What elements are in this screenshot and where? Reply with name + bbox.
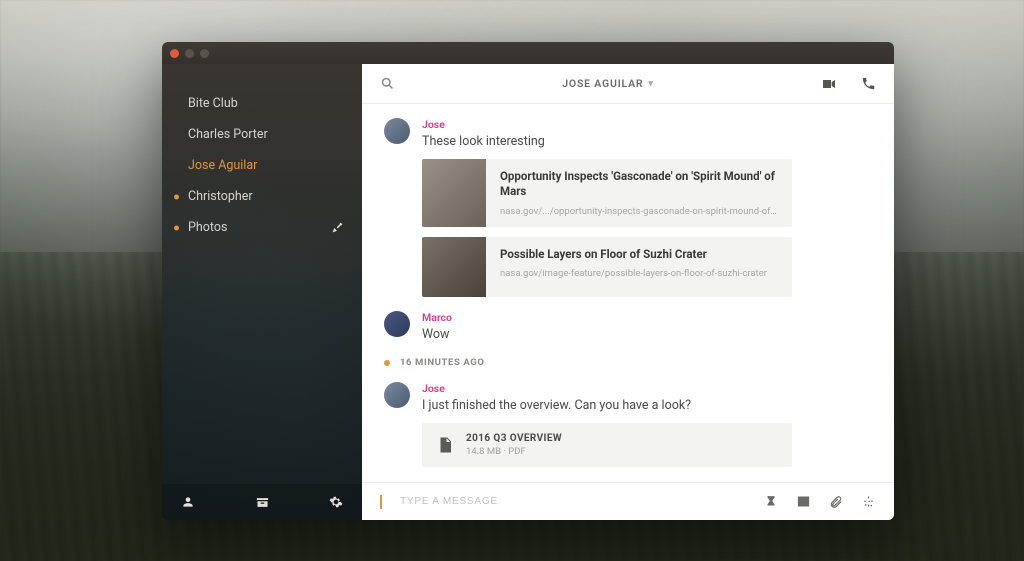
message-sender: Jose [422,118,872,131]
contacts-icon[interactable] [180,494,196,510]
divider-label: 16 MINUTES AGO [400,357,485,368]
image-icon[interactable] [796,494,811,509]
timed-message-icon[interactable] [764,495,778,509]
app-window: Bite Club Charles Porter Jose Aguilar Ch… [162,42,894,520]
link-url: nasa.gov/image-feature/possible-layers-o… [500,268,778,279]
message-text: Wow [422,326,872,344]
unread-dot-icon [174,194,179,199]
file-attachment[interactable]: 2016 Q3 OVERVIEW 14.8 MB · PDF [422,423,792,467]
message: Jose These look interesting Opportunity … [384,118,872,297]
archive-icon[interactable] [254,494,270,510]
message: Jose I just finished the overview. Can y… [384,382,872,467]
link-thumbnail [422,237,486,297]
message-sender: Jose [422,382,872,395]
message-text: I just finished the overview. Can you ha… [422,397,872,415]
composer-cursor-icon [380,495,382,509]
ping-icon[interactable] [861,494,876,509]
link-preview[interactable]: Possible Layers on Floor of Suzhi Crater… [422,237,792,297]
message-input[interactable] [400,496,746,507]
settings-icon[interactable] [328,494,344,510]
message: Marco Wow [384,311,872,344]
conversation-list: Bite Club Charles Porter Jose Aguilar Ch… [162,64,362,484]
link-title: Possible Layers on Floor of Suzhi Crater [500,247,778,263]
window-minimize-button[interactable] [185,49,194,58]
conversation-item[interactable]: Charles Porter [162,119,362,150]
attachment-icon[interactable] [829,495,843,509]
chevron-down-icon: ▾ [648,79,653,89]
file-info: 14.8 MB · PDF [466,446,562,457]
link-preview[interactable]: Opportunity Inspects 'Gasconade' on 'Spi… [422,159,792,227]
window-maximize-button[interactable] [200,49,209,58]
conversation-item[interactable]: Bite Club [162,88,362,119]
link-title: Opportunity Inspects 'Gasconade' on 'Spi… [500,169,778,200]
ping-icon [331,221,344,234]
conversation-item[interactable]: Christopher [162,181,362,212]
message-list[interactable]: Jose These look interesting Opportunity … [362,104,894,482]
divider-dot-icon [384,360,390,366]
conversation-item-active[interactable]: Jose Aguilar [162,150,362,181]
time-divider: 16 MINUTES AGO [384,357,872,368]
message-composer [362,482,894,520]
conversation-label: Photos [188,220,227,235]
avatar[interactable] [384,311,410,337]
conversation-label: Christopher [188,189,253,204]
sidebar-bottom-bar [162,484,362,520]
message-text: These look interesting [422,133,872,151]
conversation-header: JOSE AGUILAR ▾ [362,64,894,104]
conversation-title-label: JOSE AGUILAR [562,77,643,90]
message-sender: Marco [422,311,872,324]
link-thumbnail [422,159,486,227]
file-name: 2016 Q3 OVERVIEW [466,433,562,444]
conversation-label: Charles Porter [188,127,268,142]
audio-call-icon[interactable] [861,76,876,91]
conversation-title[interactable]: JOSE AGUILAR ▾ [407,77,809,90]
video-call-icon[interactable] [821,76,837,92]
avatar[interactable] [384,118,410,144]
conversation-label: Bite Club [188,96,238,111]
avatar[interactable] [384,382,410,408]
conversation-label: Jose Aguilar [188,158,257,173]
link-url: nasa.gov/.../opportunity-inspects-gascon… [500,206,778,217]
window-close-button[interactable] [170,49,179,58]
search-icon[interactable] [380,76,395,91]
titlebar [162,42,894,64]
conversation-item[interactable]: Photos [162,212,362,243]
main-panel: JOSE AGUILAR ▾ Jose These look interesti… [362,64,894,520]
file-icon [436,435,454,455]
sidebar: Bite Club Charles Porter Jose Aguilar Ch… [162,64,362,520]
unread-dot-icon [174,225,179,230]
